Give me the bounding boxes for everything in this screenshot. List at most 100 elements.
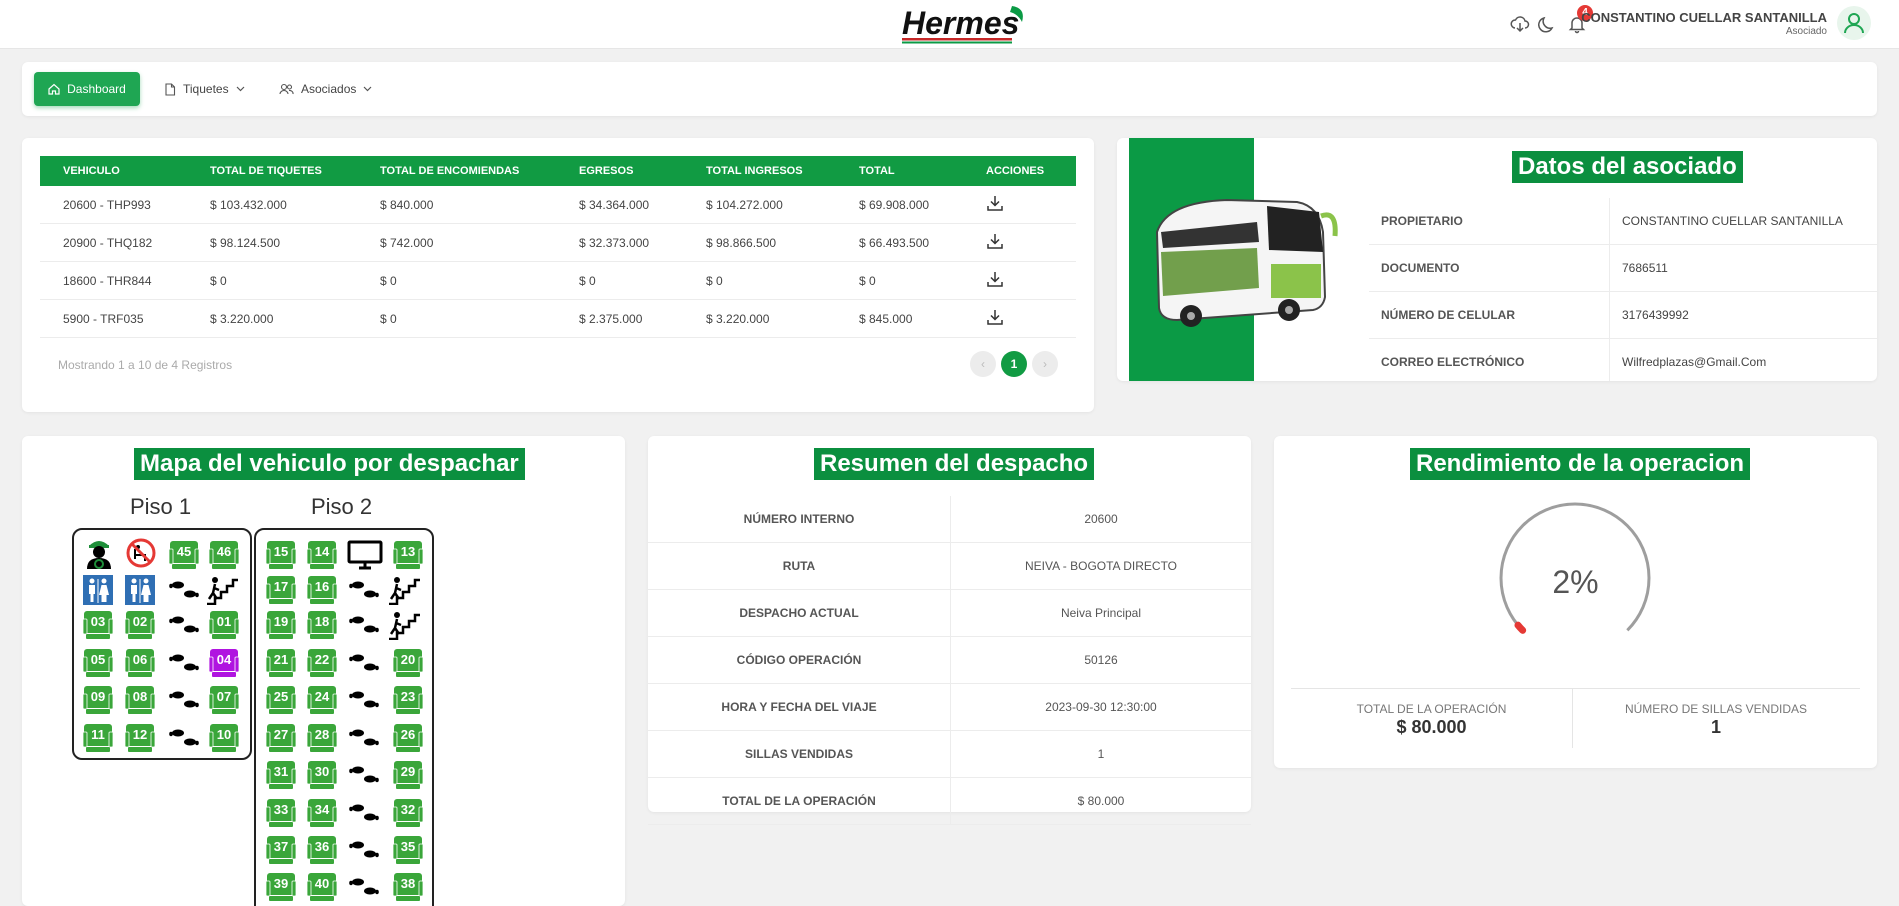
seat-45[interactable]: 45	[168, 540, 200, 570]
seat-23[interactable]: 23	[392, 685, 424, 715]
seat-15[interactable]: 15	[265, 540, 297, 570]
seat-number: 46	[216, 544, 232, 559]
cell-encomiendas: $ 0	[357, 261, 556, 300]
table-row: SILLAS VENDIDAS 1	[648, 730, 1251, 778]
seat-12[interactable]: 12	[124, 723, 156, 753]
seat-37[interactable]: 37	[265, 835, 297, 865]
seat-27[interactable]: 27	[265, 723, 297, 753]
seat-21[interactable]: 21	[265, 648, 297, 678]
seat-number: 13	[400, 544, 416, 559]
user-name[interactable]: CONSTANTINO CUELLAR SANTANILLA	[1581, 10, 1827, 25]
hermes-logo[interactable]: Hermes	[900, 2, 1032, 46]
seat-19[interactable]: 19	[265, 610, 297, 640]
vehicles-table-card: VEHICULO TOTAL DE TIQUETES TOTAL DE ENCO…	[22, 138, 1094, 412]
pagination-page-1[interactable]: 1	[1001, 351, 1027, 377]
file-icon	[165, 82, 176, 96]
chevron-down-icon	[236, 86, 245, 92]
nav-asociados-label: Asociados	[301, 82, 357, 96]
seat-33[interactable]: 33	[265, 798, 297, 828]
seat-09[interactable]: 09	[82, 685, 114, 715]
seat-04[interactable]: 04	[208, 648, 240, 678]
bus-image	[1155, 198, 1338, 327]
table-row: HORA Y FECHA DEL VIAJE 2023-09-30 12:30:0…	[648, 683, 1251, 731]
table-row: CORREO ELECTRÓNICO Wilfredplazas@Gmail.Co…	[1369, 338, 1877, 381]
footsteps-icon	[349, 651, 379, 680]
seat-28[interactable]: 28	[306, 723, 338, 753]
seat-14[interactable]: 14	[306, 540, 338, 570]
seat-26[interactable]: 26	[392, 723, 424, 753]
download-icon[interactable]	[986, 270, 1004, 288]
seat-01[interactable]: 01	[208, 610, 240, 640]
seat-29[interactable]: 29	[392, 760, 424, 790]
nav-tiquetes-button[interactable]: Tiquetes	[164, 72, 245, 106]
restroom-icon	[83, 575, 113, 610]
performance-card: Rendimiento de la operacion 2% TOTAL DE …	[1274, 436, 1877, 768]
cell-vehiculo: 18600 - THR844	[40, 261, 187, 300]
seat-02[interactable]: 02	[124, 610, 156, 640]
table-row: DOCUMENTO 7686511	[1369, 244, 1877, 292]
download-icon[interactable]	[986, 194, 1004, 212]
summary-label: NÚMERO INTERNO	[648, 496, 951, 543]
seat-22[interactable]: 22	[306, 648, 338, 678]
cloud-download-icon[interactable]	[1510, 14, 1530, 34]
summary-value: NEIVA - BOGOTA DIRECTO	[950, 542, 1251, 590]
seat-34[interactable]: 34	[306, 798, 338, 828]
moon-icon[interactable]	[1538, 14, 1558, 34]
seat-46[interactable]: 46	[208, 540, 240, 570]
seat-18[interactable]: 18	[306, 610, 338, 640]
summary-value: $ 80.000	[950, 777, 1251, 825]
restroom-icon	[125, 575, 155, 610]
seat-number: 10	[216, 727, 232, 742]
field-value: 7686511	[1609, 244, 1877, 292]
seat-number: 28	[314, 727, 330, 742]
seat-31[interactable]: 31	[265, 760, 297, 790]
col-vehiculo: VEHICULO	[63, 165, 120, 177]
seat-30[interactable]: 30	[306, 760, 338, 790]
seat-36[interactable]: 36	[306, 835, 338, 865]
seat-20[interactable]: 20	[392, 648, 424, 678]
seat-number: 14	[314, 544, 330, 559]
table-row: 20900 - THQ182 $ 98.124.500 $ 742.000 $ …	[40, 223, 1076, 262]
seat-05[interactable]: 05	[82, 648, 114, 678]
total-operation-label: TOTAL DE LA OPERACIÓN	[1356, 702, 1507, 716]
seat-10[interactable]: 10	[208, 723, 240, 753]
top-bar: Hermes 4 CONSTANTINO CUELLAR SANTANILLA …	[0, 0, 1899, 49]
seat-17[interactable]: 17	[265, 575, 297, 605]
seat-13[interactable]: 13	[392, 540, 424, 570]
seat-number: 37	[273, 839, 289, 854]
col-total-encomiendas: TOTAL DE ENCOMIENDAS	[380, 165, 520, 177]
pagination-next-button[interactable]: ›	[1032, 351, 1058, 377]
seat-35[interactable]: 35	[392, 835, 424, 865]
cell-ingresos: $ 0	[683, 261, 836, 300]
pagination-prev-button[interactable]: ‹	[970, 351, 996, 377]
download-icon[interactable]	[986, 308, 1004, 326]
floor-2-label: Piso 2	[311, 494, 373, 519]
seat-25[interactable]: 25	[265, 685, 297, 715]
download-icon[interactable]	[986, 232, 1004, 250]
seat-number: 23	[400, 689, 416, 704]
summary-value: 50126	[950, 636, 1251, 684]
seat-number: 09	[90, 689, 106, 704]
seat-03[interactable]: 03	[82, 610, 114, 640]
nav-asociados-button[interactable]: Asociados	[279, 72, 372, 106]
seat-number: 38	[400, 876, 416, 891]
nav-dashboard-button[interactable]: Dashboard	[34, 72, 140, 106]
seat-16[interactable]: 16	[306, 575, 338, 605]
summary-value: 2023-09-30 12:30:00	[950, 683, 1251, 731]
footsteps-icon	[349, 578, 379, 607]
total-operation-value: $ 80.000	[1396, 717, 1467, 737]
monitor-icon	[347, 540, 383, 575]
seat-07[interactable]: 07	[208, 685, 240, 715]
seat-08[interactable]: 08	[124, 685, 156, 715]
seat-number: 26	[400, 727, 416, 742]
seat-number: 40	[314, 876, 330, 891]
seat-06[interactable]: 06	[124, 648, 156, 678]
avatar[interactable]	[1837, 6, 1871, 40]
seat-11[interactable]: 11	[82, 723, 114, 753]
table-row: RUTA NEIVA - BOGOTA DIRECTO	[648, 542, 1251, 590]
seat-number: 29	[400, 764, 416, 779]
seat-32[interactable]: 32	[392, 798, 424, 828]
cell-acciones	[963, 186, 1076, 224]
seat-24[interactable]: 24	[306, 685, 338, 715]
seat-number: 27	[273, 727, 289, 742]
